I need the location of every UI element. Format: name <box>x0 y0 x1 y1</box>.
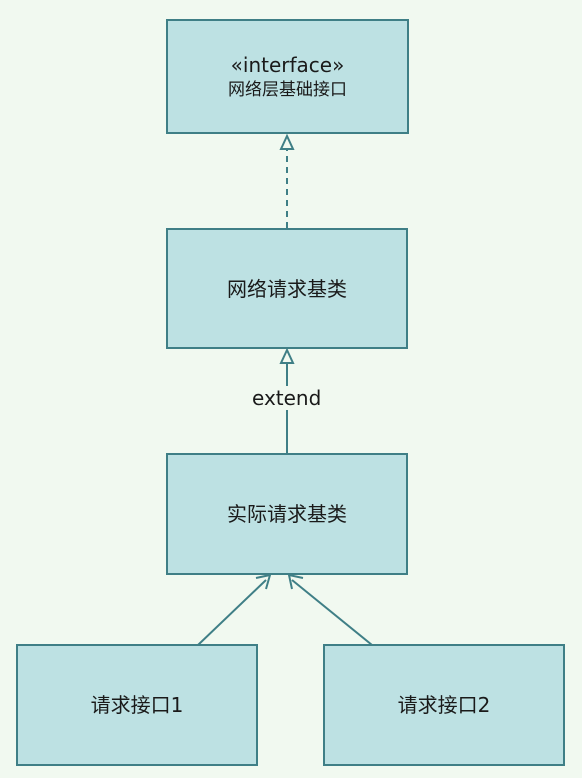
actual-request-name: 实际请求基类 <box>227 502 347 526</box>
extend-label: extend <box>250 386 324 410</box>
api2-name: 请求接口2 <box>397 693 491 717</box>
api1-node[interactable]: 请求接口1 <box>16 644 258 766</box>
diagram-canvas: «interface» 网络层基础接口 网络请求基类 extend 实际请求基类… <box>0 0 582 778</box>
api1-association-edge <box>197 573 272 646</box>
actual-request-node[interactable]: 实际请求基类 <box>166 453 408 575</box>
api2-association-edge <box>287 573 373 646</box>
base-request-name: 网络请求基类 <box>227 276 347 301</box>
api1-name: 请求接口1 <box>90 693 184 717</box>
realization-edge <box>279 133 295 228</box>
base-request-node[interactable]: 网络请求基类 <box>166 228 408 349</box>
realization-arrowhead <box>279 133 295 150</box>
interface-node[interactable]: «interface» 网络层基础接口 <box>166 19 409 134</box>
api2-node[interactable]: 请求接口2 <box>323 644 565 766</box>
extend-arrowhead <box>279 347 295 364</box>
interface-name: 网络层基础接口 <box>228 79 347 100</box>
interface-stereotype: «interface» <box>230 52 345 77</box>
